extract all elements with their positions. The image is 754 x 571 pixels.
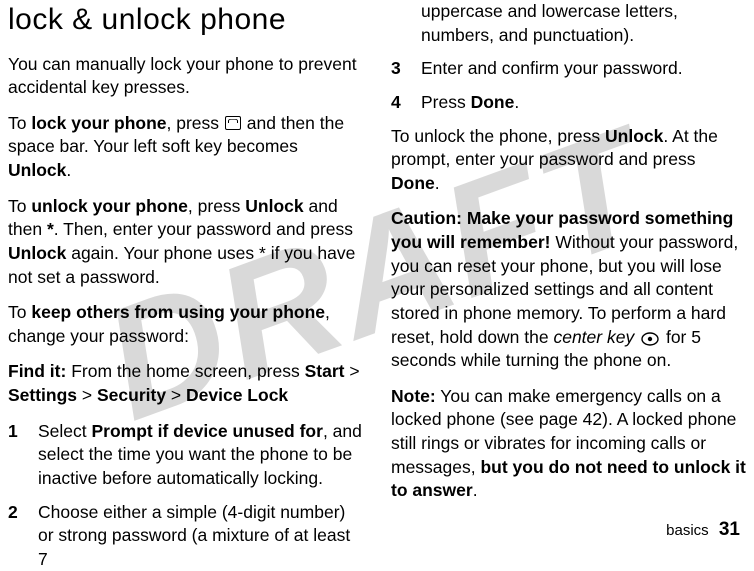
step-number: 3 <box>391 57 421 81</box>
text: . <box>435 173 440 193</box>
text: To <box>8 302 31 322</box>
text: To <box>8 196 31 216</box>
step-body: uppercase and lowercase letters, numbers… <box>421 0 746 47</box>
step-number: 1 <box>8 420 38 491</box>
text: > <box>166 385 186 405</box>
intro-paragraph: You can manually lock your phone to prev… <box>8 53 363 100</box>
step-1: 1 Select Prompt if device unused for, an… <box>8 420 363 491</box>
ui-label: Settings <box>8 385 77 405</box>
ui-label: Prompt if device unused for <box>92 421 323 441</box>
step-2-continued: uppercase and lowercase letters, numbers… <box>391 0 746 47</box>
section-heading: lock & unlock phone <box>8 0 363 41</box>
text: From the home screen, press <box>71 361 304 381</box>
text: Select <box>38 421 92 441</box>
ui-label: Start <box>305 361 345 381</box>
text: , press <box>188 196 245 216</box>
step-2: 2 Choose either a simple (4-digit number… <box>8 501 363 571</box>
center-key-icon <box>641 332 659 346</box>
ui-label: Done <box>391 173 435 193</box>
page-footer: basics 31 <box>666 519 740 541</box>
left-column: lock & unlock phone You can manually loc… <box>8 0 363 510</box>
unlock-done-instruction: To unlock the phone, press Unlock. At th… <box>391 125 746 196</box>
text: > <box>77 385 97 405</box>
step-number: 4 <box>391 91 421 115</box>
ui-label: Security <box>97 385 166 405</box>
page-number: 31 <box>719 519 740 540</box>
text: . Then, enter your password and press <box>54 219 353 239</box>
step-number-blank <box>391 0 421 47</box>
section-name: basics <box>666 522 709 539</box>
note-bold: Note: <box>391 386 436 406</box>
text: , press <box>167 113 224 133</box>
ui-label: Device Lock <box>186 385 288 405</box>
caution-paragraph: Caution: Make your password something yo… <box>391 207 746 372</box>
step-4: 4 Press Done. <box>391 91 746 115</box>
text: . <box>514 92 519 112</box>
text: > <box>344 361 359 381</box>
lock-instruction: To lock your phone, press and then the s… <box>8 112 363 183</box>
ui-label: Unlock <box>245 196 303 216</box>
home-key-icon <box>225 116 241 130</box>
text: To unlock the phone, press <box>391 126 605 146</box>
ui-label: * <box>47 219 54 239</box>
bold-text: lock your phone <box>31 113 166 133</box>
step-body: Select Prompt if device unused for, and … <box>38 420 363 491</box>
ui-label: Done <box>471 92 515 112</box>
step-body: Enter and confirm your password. <box>421 57 746 81</box>
step-body: Press Done. <box>421 91 746 115</box>
unlock-instruction: To unlock your phone, press Unlock and t… <box>8 195 363 290</box>
text: . <box>473 480 478 500</box>
text: To <box>8 113 31 133</box>
keep-others-instruction: To keep others from using your phone, ch… <box>8 301 363 348</box>
text: . <box>66 160 71 180</box>
page-content: lock & unlock phone You can manually loc… <box>0 0 754 510</box>
bold-text: unlock your phone <box>31 196 188 216</box>
ui-label: Unlock <box>8 243 66 263</box>
note-paragraph: Note: You can make emergency calls on a … <box>391 385 746 503</box>
italic-text: center key <box>553 327 634 347</box>
find-it-label: Find it: <box>8 361 71 381</box>
step-3: 3 Enter and confirm your password. <box>391 57 746 81</box>
step-number: 2 <box>8 501 38 571</box>
text: Press <box>421 92 471 112</box>
ui-label: Unlock <box>605 126 663 146</box>
step-body: Choose either a simple (4-digit number) … <box>38 501 363 571</box>
ui-label: Unlock <box>8 160 66 180</box>
right-column: uppercase and lowercase letters, numbers… <box>391 0 746 510</box>
bold-text: keep others from using your phone <box>31 302 325 322</box>
find-it-path: Find it: From the home screen, press Sta… <box>8 360 363 407</box>
